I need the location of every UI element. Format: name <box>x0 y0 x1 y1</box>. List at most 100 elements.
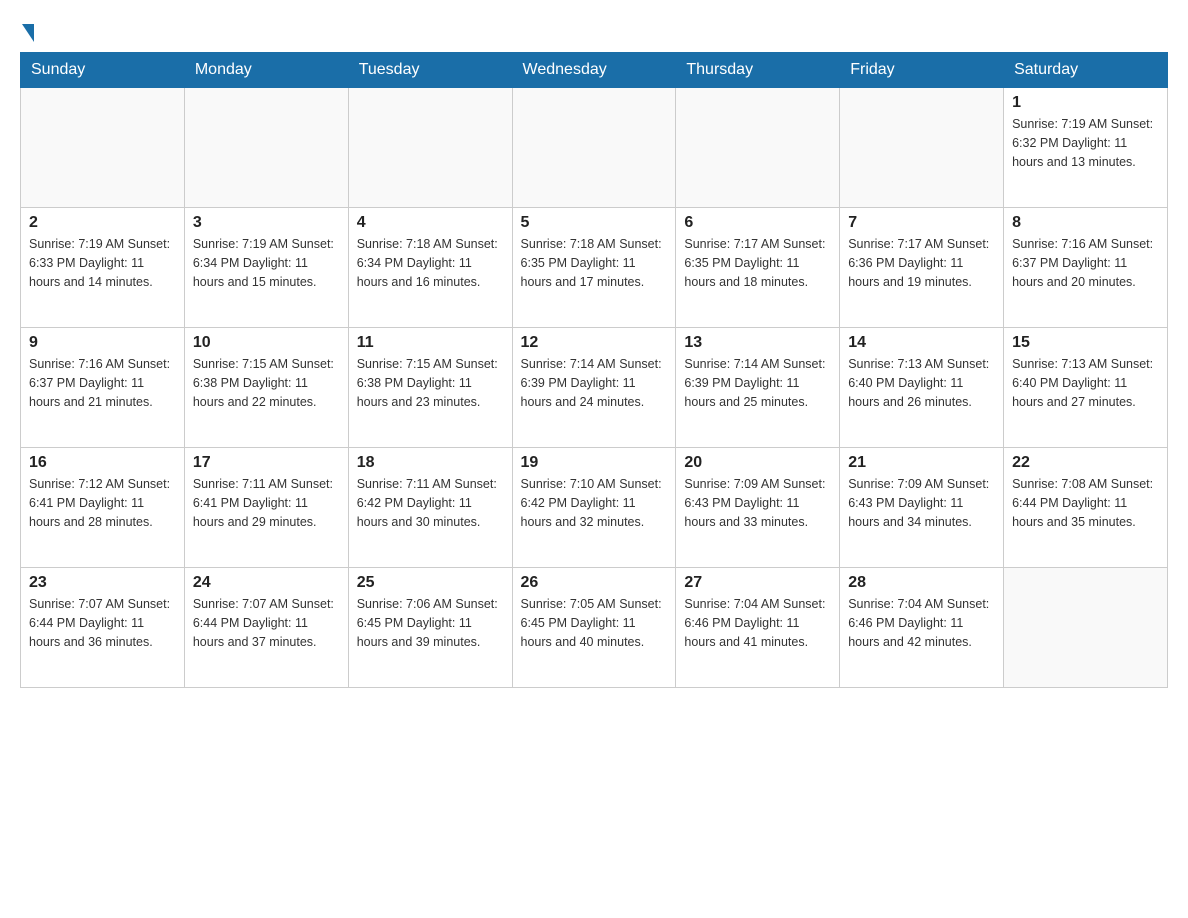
day-info: Sunrise: 7:17 AM Sunset: 6:36 PM Dayligh… <box>848 235 995 291</box>
day-info: Sunrise: 7:15 AM Sunset: 6:38 PM Dayligh… <box>357 355 504 411</box>
day-number: 23 <box>29 574 176 592</box>
day-info: Sunrise: 7:11 AM Sunset: 6:42 PM Dayligh… <box>357 475 504 531</box>
week-row-3: 9 Sunrise: 7:16 AM Sunset: 6:37 PM Daylig… <box>21 328 1168 448</box>
day-cell: 26 Sunrise: 7:05 AM Sunset: 6:45 PM Dayli… <box>512 568 676 688</box>
day-number: 25 <box>357 574 504 592</box>
day-number: 19 <box>521 454 668 472</box>
day-header-wednesday: Wednesday <box>512 53 676 88</box>
day-info: Sunrise: 7:17 AM Sunset: 6:35 PM Dayligh… <box>684 235 831 291</box>
day-cell: 4 Sunrise: 7:18 AM Sunset: 6:34 PM Daylig… <box>348 208 512 328</box>
day-cell <box>1004 568 1168 688</box>
day-number: 27 <box>684 574 831 592</box>
week-row-4: 16 Sunrise: 7:12 AM Sunset: 6:41 PM Dayli… <box>21 448 1168 568</box>
day-cell: 18 Sunrise: 7:11 AM Sunset: 6:42 PM Dayli… <box>348 448 512 568</box>
day-cell: 23 Sunrise: 7:07 AM Sunset: 6:44 PM Dayli… <box>21 568 185 688</box>
day-number: 4 <box>357 214 504 232</box>
day-cell: 14 Sunrise: 7:13 AM Sunset: 6:40 PM Dayli… <box>840 328 1004 448</box>
logo-arrow-icon <box>22 24 34 42</box>
day-header-saturday: Saturday <box>1004 53 1168 88</box>
week-row-1: 1 Sunrise: 7:19 AM Sunset: 6:32 PM Daylig… <box>21 88 1168 208</box>
day-header-tuesday: Tuesday <box>348 53 512 88</box>
day-cell: 8 Sunrise: 7:16 AM Sunset: 6:37 PM Daylig… <box>1004 208 1168 328</box>
day-cell: 15 Sunrise: 7:13 AM Sunset: 6:40 PM Dayli… <box>1004 328 1168 448</box>
day-cell <box>184 88 348 208</box>
day-cell: 24 Sunrise: 7:07 AM Sunset: 6:44 PM Dayli… <box>184 568 348 688</box>
day-number: 2 <box>29 214 176 232</box>
day-number: 9 <box>29 334 176 352</box>
day-number: 5 <box>521 214 668 232</box>
day-info: Sunrise: 7:08 AM Sunset: 6:44 PM Dayligh… <box>1012 475 1159 531</box>
day-cell: 17 Sunrise: 7:11 AM Sunset: 6:41 PM Dayli… <box>184 448 348 568</box>
week-row-5: 23 Sunrise: 7:07 AM Sunset: 6:44 PM Dayli… <box>21 568 1168 688</box>
day-cell: 3 Sunrise: 7:19 AM Sunset: 6:34 PM Daylig… <box>184 208 348 328</box>
day-number: 14 <box>848 334 995 352</box>
day-info: Sunrise: 7:14 AM Sunset: 6:39 PM Dayligh… <box>684 355 831 411</box>
day-info: Sunrise: 7:09 AM Sunset: 6:43 PM Dayligh… <box>684 475 831 531</box>
day-number: 17 <box>193 454 340 472</box>
day-number: 26 <box>521 574 668 592</box>
day-info: Sunrise: 7:10 AM Sunset: 6:42 PM Dayligh… <box>521 475 668 531</box>
day-info: Sunrise: 7:18 AM Sunset: 6:35 PM Dayligh… <box>521 235 668 291</box>
day-cell <box>676 88 840 208</box>
day-number: 11 <box>357 334 504 352</box>
day-number: 3 <box>193 214 340 232</box>
day-info: Sunrise: 7:19 AM Sunset: 6:33 PM Dayligh… <box>29 235 176 291</box>
logo <box>20 20 34 42</box>
day-cell: 7Sunrise: 7:17 AM Sunset: 6:36 PM Daylig… <box>840 208 1004 328</box>
day-number: 8 <box>1012 214 1159 232</box>
day-number: 16 <box>29 454 176 472</box>
day-info: Sunrise: 7:15 AM Sunset: 6:38 PM Dayligh… <box>193 355 340 411</box>
day-cell <box>348 88 512 208</box>
day-info: Sunrise: 7:07 AM Sunset: 6:44 PM Dayligh… <box>193 595 340 651</box>
day-info: Sunrise: 7:16 AM Sunset: 6:37 PM Dayligh… <box>29 355 176 411</box>
day-number: 28 <box>848 574 995 592</box>
day-cell: 28 Sunrise: 7:04 AM Sunset: 6:46 PM Dayli… <box>840 568 1004 688</box>
day-info: Sunrise: 7:04 AM Sunset: 6:46 PM Dayligh… <box>848 595 995 651</box>
day-info: Sunrise: 7:13 AM Sunset: 6:40 PM Dayligh… <box>848 355 995 411</box>
calendar-header: SundayMondayTuesdayWednesdayThursdayFrid… <box>21 53 1168 88</box>
day-number: 15 <box>1012 334 1159 352</box>
day-header-thursday: Thursday <box>676 53 840 88</box>
day-cell: 12 Sunrise: 7:14 AM Sunset: 6:39 PM Dayli… <box>512 328 676 448</box>
day-number: 13 <box>684 334 831 352</box>
day-cell: 22 Sunrise: 7:08 AM Sunset: 6:44 PM Dayli… <box>1004 448 1168 568</box>
day-header-sunday: Sunday <box>21 53 185 88</box>
day-info: Sunrise: 7:19 AM Sunset: 6:34 PM Dayligh… <box>193 235 340 291</box>
day-cell: 21Sunrise: 7:09 AM Sunset: 6:43 PM Dayli… <box>840 448 1004 568</box>
day-info: Sunrise: 7:11 AM Sunset: 6:41 PM Dayligh… <box>193 475 340 531</box>
day-info: Sunrise: 7:13 AM Sunset: 6:40 PM Dayligh… <box>1012 355 1159 411</box>
day-info: Sunrise: 7:19 AM Sunset: 6:32 PM Dayligh… <box>1012 115 1159 171</box>
calendar-table: SundayMondayTuesdayWednesdayThursdayFrid… <box>20 52 1168 688</box>
day-info: Sunrise: 7:05 AM Sunset: 6:45 PM Dayligh… <box>521 595 668 651</box>
day-cell <box>512 88 676 208</box>
day-number: 20 <box>684 454 831 472</box>
day-number: 24 <box>193 574 340 592</box>
day-info: Sunrise: 7:12 AM Sunset: 6:41 PM Dayligh… <box>29 475 176 531</box>
day-number: 12 <box>521 334 668 352</box>
day-info: Sunrise: 7:04 AM Sunset: 6:46 PM Dayligh… <box>684 595 831 651</box>
day-cell: 1 Sunrise: 7:19 AM Sunset: 6:32 PM Daylig… <box>1004 88 1168 208</box>
day-cell: 16 Sunrise: 7:12 AM Sunset: 6:41 PM Dayli… <box>21 448 185 568</box>
day-cell: 20 Sunrise: 7:09 AM Sunset: 6:43 PM Dayli… <box>676 448 840 568</box>
day-number: 6 <box>684 214 831 232</box>
day-info: Sunrise: 7:18 AM Sunset: 6:34 PM Dayligh… <box>357 235 504 291</box>
day-cell: 10 Sunrise: 7:15 AM Sunset: 6:38 PM Dayli… <box>184 328 348 448</box>
day-cell <box>840 88 1004 208</box>
day-cell: 9 Sunrise: 7:16 AM Sunset: 6:37 PM Daylig… <box>21 328 185 448</box>
day-info: Sunrise: 7:09 AM Sunset: 6:43 PM Dayligh… <box>848 475 995 531</box>
day-cell: 11 Sunrise: 7:15 AM Sunset: 6:38 PM Dayli… <box>348 328 512 448</box>
day-info: Sunrise: 7:06 AM Sunset: 6:45 PM Dayligh… <box>357 595 504 651</box>
day-number: 1 <box>1012 94 1159 112</box>
day-number: 22 <box>1012 454 1159 472</box>
day-cell: 27 Sunrise: 7:04 AM Sunset: 6:46 PM Dayli… <box>676 568 840 688</box>
day-cell: 2 Sunrise: 7:19 AM Sunset: 6:33 PM Daylig… <box>21 208 185 328</box>
day-info: Sunrise: 7:16 AM Sunset: 6:37 PM Dayligh… <box>1012 235 1159 291</box>
day-info: Sunrise: 7:14 AM Sunset: 6:39 PM Dayligh… <box>521 355 668 411</box>
week-row-2: 2 Sunrise: 7:19 AM Sunset: 6:33 PM Daylig… <box>21 208 1168 328</box>
day-number: 18 <box>357 454 504 472</box>
day-header-monday: Monday <box>184 53 348 88</box>
calendar-body: 1 Sunrise: 7:19 AM Sunset: 6:32 PM Daylig… <box>21 88 1168 688</box>
day-info: Sunrise: 7:07 AM Sunset: 6:44 PM Dayligh… <box>29 595 176 651</box>
day-cell: 19 Sunrise: 7:10 AM Sunset: 6:42 PM Dayli… <box>512 448 676 568</box>
day-number: 10 <box>193 334 340 352</box>
